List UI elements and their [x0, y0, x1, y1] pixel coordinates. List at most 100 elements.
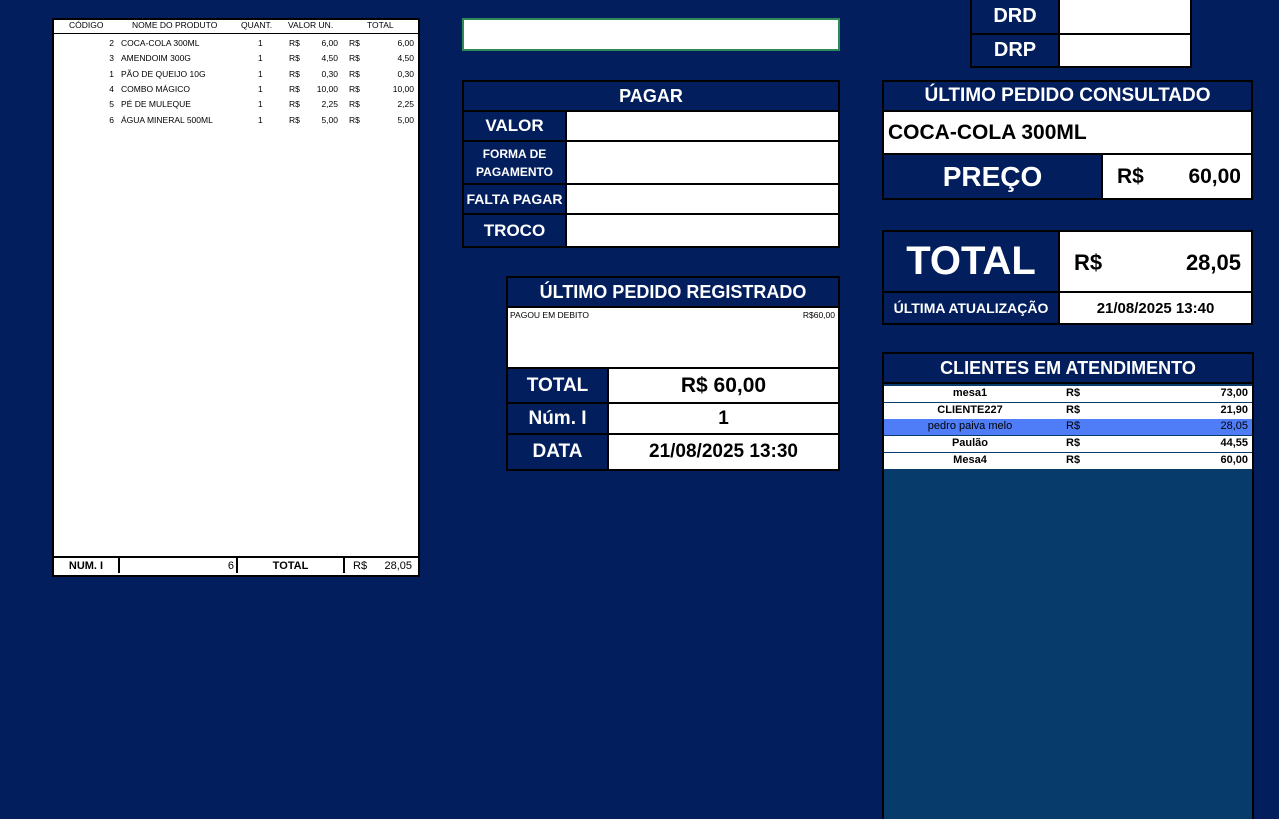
total-label: TOTAL	[884, 232, 1058, 291]
clientes-title: CLIENTES EM ATENDIMENTO	[884, 354, 1252, 382]
pagar-panel: PAGAR VALOR FORMA DE PAGAMENTO FALTA PAG…	[462, 80, 840, 248]
cliente-value: 60,00	[1220, 454, 1248, 466]
drd-field[interactable]	[1060, 0, 1190, 33]
registrado-num-value: 1	[609, 404, 838, 433]
order-cell-code: 2	[109, 38, 114, 48]
valor-field[interactable]	[567, 112, 838, 140]
order-cell-cur1: R$	[289, 68, 300, 79]
drp-field[interactable]	[1060, 35, 1190, 66]
pagar-title: PAGAR	[464, 82, 838, 110]
falta-pagar-label: FALTA PAGAR	[464, 185, 565, 213]
order-cell-total: 5,00	[397, 114, 414, 125]
order-cell-name: AMENDOIM 300G	[121, 53, 191, 64]
cliente-row[interactable]: Mesa4 R$ 60,00	[884, 453, 1252, 469]
footer-total-value: 28,05	[384, 559, 412, 572]
order-cell-unit: 2,25	[321, 99, 338, 110]
registrado-note-payment: PAGOU EM DEBITO	[510, 310, 590, 320]
order-cell-name: COCA-COLA 300ML	[121, 38, 200, 48]
table-row[interactable]: 1 PÃO DE QUEIJO 10G 1 R$ 0,30 R$ 0,30	[54, 69, 418, 84]
order-cell-cur1: R$	[289, 53, 300, 64]
cliente-name: CLIENTE227	[937, 404, 1003, 416]
table-row[interactable]: 6 ÁGUA MINERAL 500ML 1 R$ 5,00 R$ 5,00	[54, 115, 418, 130]
order-cell-total: 10,00	[392, 83, 414, 94]
total-value-cell: R$ 28,05	[1060, 232, 1251, 291]
order-cell-cur2: R$	[349, 99, 360, 110]
forma-pagamento-field[interactable]	[567, 142, 838, 183]
order-cell-name: ÁGUA MINERAL 500ML	[121, 114, 213, 125]
cliente-row[interactable]: CLIENTE227 R$ 21,90	[884, 403, 1252, 419]
order-cell-cur1: R$	[289, 99, 300, 110]
order-cell-code: 6	[109, 114, 114, 125]
order-cell-total: 2,25	[397, 99, 414, 110]
ultima-atualizacao-value: 21/08/2025 13:40	[1060, 293, 1251, 323]
registrado-num-label: Núm. I	[508, 404, 607, 433]
order-cell-cur2: R$	[349, 38, 360, 48]
order-cell-total: 0,30	[397, 68, 414, 79]
order-cell-unit: 5,00	[321, 114, 338, 125]
order-cell-qty: 1	[258, 38, 263, 48]
footer-num-value: 6	[120, 558, 238, 573]
order-cell-qty: 1	[258, 99, 263, 110]
consultado-product: COCA-COLA 300ML	[884, 112, 1251, 153]
order-cell-total: 4,50	[397, 53, 414, 64]
header-codigo: CÓDIGO	[69, 20, 104, 30]
order-cell-qty: 1	[258, 114, 263, 125]
cliente-row[interactable]: Paulão R$ 44,55	[884, 436, 1252, 452]
order-cell-unit: 6,00	[321, 38, 338, 48]
order-cell-qty: 1	[258, 53, 263, 64]
order-cell-total: 6,00	[397, 38, 414, 48]
consultado-preco-label: PREÇO	[884, 155, 1101, 198]
cliente-row[interactable]: mesa1 R$ 73,00	[884, 386, 1252, 402]
table-row[interactable]: 3 AMENDOIM 300G 1 R$ 4,50 R$ 4,50	[54, 53, 418, 68]
order-cell-code: 5	[109, 99, 114, 110]
troco-field[interactable]	[567, 215, 838, 246]
active-input-cell[interactable]	[462, 18, 840, 51]
cliente-currency: R$	[1066, 420, 1081, 432]
cliente-row[interactable]: pedro paiva melo R$ 28,05	[884, 419, 1252, 435]
cliente-value: 44,55	[1220, 437, 1248, 449]
header-nome-produto: NOME DO PRODUTO	[132, 20, 218, 30]
table-row[interactable]: 4 COMBO MÁGICO 1 R$ 10,00 R$ 10,00	[54, 84, 418, 99]
registrado-data-value: 21/08/2025 13:30	[609, 435, 838, 469]
footer-currency: R$	[353, 559, 368, 572]
order-cell-cur1: R$	[289, 38, 300, 48]
registrado-total-label: TOTAL	[508, 369, 607, 402]
ultimo-pedido-registrado-panel: ÚLTIMO PEDIDO REGISTRADO PAGOU EM DEBITO…	[506, 276, 840, 471]
cliente-currency: R$	[1066, 437, 1081, 449]
falta-pagar-field[interactable]	[567, 185, 838, 213]
consultado-preco-value: 60,00	[1188, 165, 1241, 188]
order-table-header: CÓDIGO NOME DO PRODUTO QUANT. VALOR UN. …	[54, 20, 418, 34]
total-currency: R$	[1074, 250, 1103, 275]
registrado-total-value: R$ 60,00	[609, 369, 838, 402]
order-cell-qty: 1	[258, 83, 263, 94]
drp-label: DRP	[972, 35, 1058, 66]
troco-label: TROCO	[464, 215, 565, 246]
valor-label: VALOR	[464, 112, 565, 140]
forma-pagamento-label: FORMA DE PAGAMENTO	[464, 142, 565, 183]
header-quantidade: QUANT.	[241, 20, 273, 30]
order-cell-unit: 10,00	[316, 83, 338, 94]
consultado-currency: R$	[1117, 165, 1144, 188]
footer-total-label: TOTAL	[238, 558, 345, 573]
cliente-currency: R$	[1066, 387, 1081, 399]
table-row[interactable]: 5 PÉ DE MULEQUE 1 R$ 2,25 R$ 2,25	[54, 99, 418, 114]
cliente-value: 73,00	[1220, 387, 1248, 399]
registrado-data-label: DATA	[508, 435, 607, 469]
footer-num-label: NUM. I	[54, 558, 120, 573]
drd-label: DRD	[972, 0, 1058, 33]
order-items-table: CÓDIGO NOME DO PRODUTO QUANT. VALOR UN. …	[52, 18, 420, 577]
cliente-currency: R$	[1066, 404, 1081, 416]
cliente-currency: R$	[1066, 454, 1081, 466]
header-total: TOTAL	[367, 20, 394, 30]
table-row[interactable]: 2 COCA-COLA 300ML 1 R$ 6,00 R$ 6,00	[54, 38, 418, 53]
cliente-name: mesa1	[952, 387, 988, 399]
order-cell-unit: 4,50	[321, 53, 338, 64]
cliente-value: 28,05	[1220, 420, 1248, 432]
header-valor-unitario: VALOR UN.	[288, 20, 334, 30]
order-cell-code: 3	[109, 53, 114, 64]
footer-total-value-cell: R$ 28,05	[345, 558, 418, 573]
order-cell-code: 4	[109, 83, 114, 94]
order-cell-cur1: R$	[289, 114, 300, 125]
order-cell-cur2: R$	[349, 83, 360, 94]
total-value: 28,05	[1185, 250, 1241, 275]
